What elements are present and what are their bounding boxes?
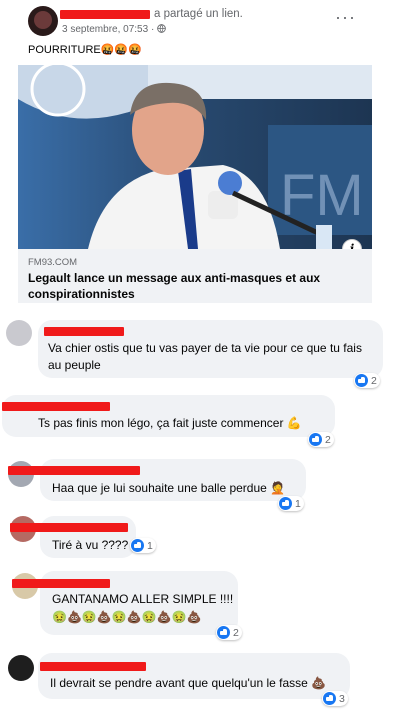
redacted-commenter-name [12, 579, 110, 588]
more-options-icon[interactable]: ··· [335, 8, 356, 26]
commenter-avatar[interactable] [6, 320, 32, 346]
comment-text: GANTANAMO ALLER SIMPLE !!!! [52, 592, 234, 606]
like-icon [131, 539, 144, 552]
comment-text: Haa que je lui souhaite une balle perdue… [52, 481, 286, 495]
reaction-count[interactable]: 2 [354, 373, 380, 388]
comment-emoji-line: 🤢💩🤢💩🤢💩🤢💩🤢💩 [52, 610, 202, 624]
svg-text:FM: FM [280, 163, 364, 228]
post-action-text: a partagé un lien. [154, 8, 243, 20]
post-header: a partagé un lien. [62, 8, 243, 20]
like-icon [217, 626, 230, 639]
globe-icon [157, 24, 166, 33]
like-count: 2 [325, 433, 331, 446]
commenter-avatar[interactable] [8, 655, 34, 681]
reaction-count[interactable]: 2 [308, 432, 334, 447]
like-count: 1 [147, 539, 153, 552]
comment-text: Il devrait se pendre avant que quelqu'un… [50, 676, 327, 690]
reaction-count[interactable]: 1 [278, 496, 304, 511]
link-preview-card[interactable]: FM i FM93.COM Legault lance un message a… [18, 65, 372, 303]
like-count: 3 [339, 692, 345, 705]
comment-text: Va chier ostis que tu vas payer de ta vi… [48, 341, 362, 372]
like-icon [309, 433, 322, 446]
post-meta: 3 septembre, 07:53 · [62, 24, 166, 35]
reaction-count[interactable]: 1 [130, 538, 156, 553]
redacted-commenter-name [10, 523, 128, 532]
reaction-count[interactable]: 2 [216, 625, 242, 640]
link-title[interactable]: Legault lance un message aux anti-masque… [28, 270, 358, 302]
link-domain: FM93.COM [28, 257, 78, 268]
like-icon [279, 497, 292, 510]
post-date[interactable]: 3 septembre, 07:53 · [62, 24, 157, 35]
link-thumbnail[interactable]: FM i [18, 65, 372, 249]
like-icon [355, 374, 368, 387]
thumbnail-photo: FM [18, 65, 372, 249]
redacted-commenter-name [40, 662, 146, 671]
redacted-commenter-name [44, 327, 124, 336]
like-icon [323, 692, 336, 705]
like-count: 2 [233, 626, 239, 639]
redacted-commenter-name [2, 402, 110, 411]
redacted-commenter-name [8, 466, 140, 475]
comment-text: Tiré à vu ???? [52, 538, 129, 552]
like-count: 2 [371, 374, 377, 387]
reaction-count[interactable]: 3 [322, 691, 348, 706]
comment-text: Ts pas finis mon légo, ça fait juste com… [38, 416, 302, 430]
post-text: POURRITURE🤬🤬🤬 [28, 44, 142, 56]
like-count: 1 [295, 497, 301, 510]
post-author-avatar[interactable] [28, 6, 58, 36]
